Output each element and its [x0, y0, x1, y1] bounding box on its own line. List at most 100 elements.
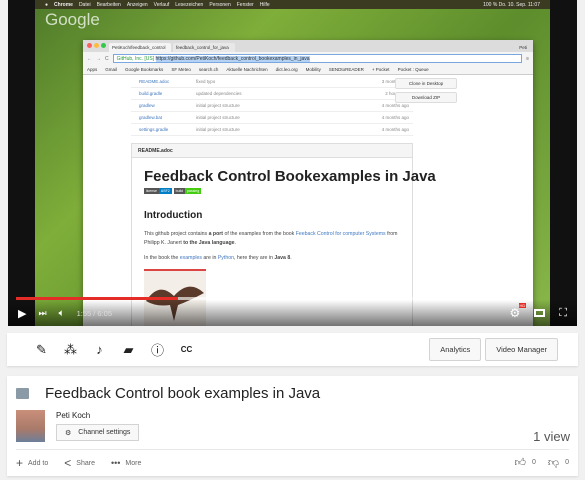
- menu-item: Bearbeiten: [96, 1, 121, 8]
- channel-name[interactable]: Peti Koch: [56, 411, 90, 420]
- theater-mode-icon[interactable]: [534, 309, 546, 317]
- more-icon: •••: [110, 458, 121, 468]
- url-field: GitHub, Inc. [US] https://github.com/Pet…: [112, 54, 523, 63]
- readme-title: Feedback Control Bookexamples in Java: [144, 168, 436, 185]
- bookmark: Mobility: [305, 67, 321, 72]
- add-to-button[interactable]: + Add to: [16, 456, 48, 470]
- creator-toolbar: ✎ ⁂ ♪ ▰ ⓘ CC Analytics Video Manager: [7, 333, 578, 366]
- file-row: gradlew.bat initial project structure 4 mo…: [131, 112, 413, 124]
- secure-label: GitHub, Inc. [US]: [116, 56, 155, 62]
- badge-value: ASF2: [158, 188, 172, 194]
- url-text: https://github.com/PetiKoch/feedback_con…: [155, 56, 310, 62]
- clone-desktop-button: Clone in Desktop: [395, 78, 457, 89]
- menu-item: Chrome: [54, 1, 73, 8]
- file-name: gradlew: [139, 103, 155, 108]
- readme-paragraph: This github project contains a port of t…: [144, 231, 398, 246]
- cc-icon[interactable]: CC: [172, 345, 201, 354]
- private-lock-icon: [16, 388, 29, 399]
- divider: [16, 449, 569, 450]
- player-controls: ▶ ⏭ 🔈︎ 1:55 / 6:05 ⚙ HD ⛶: [8, 300, 577, 326]
- menu-icon: ≡: [526, 55, 529, 62]
- badge-key: build: [173, 188, 186, 194]
- file-msg: updated dependencies: [196, 91, 242, 96]
- hd-badge: HD: [518, 303, 527, 308]
- readme-paragraph: In the book the examples are in Python, …: [144, 255, 292, 261]
- analytics-button[interactable]: Analytics: [429, 338, 482, 361]
- file-row: gradlew initial project structure 4 months…: [131, 100, 413, 112]
- volume-icon[interactable]: 🔈︎: [59, 308, 65, 319]
- menubar-status: 100 % Do. 10. Sep. 11:07: [483, 1, 540, 8]
- file-time: 4 months ago: [381, 127, 409, 132]
- browser-tab: feedback_control_for_java: [173, 43, 235, 52]
- video-player[interactable]: ● Chrome Datei Bearbeiten Anzeigen Verla…: [8, 0, 577, 326]
- bookmark: + Pocket: [371, 67, 390, 72]
- menu-item: Datei: [78, 1, 91, 8]
- forward-icon: →: [96, 55, 101, 62]
- next-icon[interactable]: ⏭: [38, 308, 46, 319]
- bookmark: Pocket : Queue: [397, 67, 429, 72]
- more-label: More: [125, 459, 142, 467]
- file-row: README.adocfixed typo3 months ago: [131, 76, 413, 88]
- menu-item: Personen: [209, 1, 231, 8]
- profile-name: Peti: [519, 45, 527, 50]
- video-info: Feedback Control book examples in Java P…: [7, 376, 578, 476]
- file-msg: initial project structure: [196, 103, 240, 108]
- video-frame[interactable]: ● Chrome Datei Bearbeiten Anzeigen Verla…: [35, 0, 550, 326]
- file-time: 4 months ago: [381, 115, 409, 120]
- readme-header: README.adoc: [132, 144, 412, 158]
- browser-tab: PetiKoch/feedback_control: [109, 43, 171, 52]
- badge-value: passing: [185, 188, 202, 194]
- bookmark: Apps: [87, 67, 98, 72]
- play-icon[interactable]: ▶: [18, 307, 26, 320]
- magic-wand-icon[interactable]: ⁂: [56, 342, 85, 358]
- menu-item: Hilfe: [259, 1, 270, 8]
- menu-item: Verlauf: [153, 1, 170, 8]
- share-icon: <: [64, 456, 72, 470]
- badges: license ASF2 build passing: [144, 188, 202, 194]
- like-count: 0: [532, 459, 536, 466]
- thumbs-down-icon[interactable]: 👎︎: [548, 456, 559, 469]
- bookmark: Google Bookmarks: [125, 67, 164, 72]
- time-display: 1:55 / 6:05: [76, 308, 113, 318]
- music-note-icon[interactable]: ♪: [85, 342, 114, 357]
- video-manager-button[interactable]: Video Manager: [485, 338, 558, 361]
- avatar[interactable]: [16, 410, 45, 442]
- bookmark: search.ch: [198, 67, 219, 72]
- file-msg: fixed typo: [196, 79, 216, 84]
- google-logo: Google: [45, 10, 100, 29]
- bookmark: Gmail: [105, 67, 118, 72]
- info-icon[interactable]: ⓘ: [143, 340, 172, 359]
- thumbs-up-icon[interactable]: 👍︎: [515, 456, 527, 469]
- annotation-icon[interactable]: ▰: [114, 342, 143, 358]
- menu-item: Lesezeichen: [175, 1, 204, 8]
- video-title: Feedback Control book examples in Java: [45, 385, 321, 402]
- file-time: 4 months ago: [381, 103, 409, 108]
- share-button[interactable]: < Share: [64, 456, 95, 470]
- bookmark: SF Meteo: [171, 67, 191, 72]
- mac-menubar: ● Chrome Datei Bearbeiten Anzeigen Verla…: [35, 0, 550, 9]
- gear-icon: ⚙: [65, 429, 72, 437]
- like-bar: 👍︎ 0 👎︎ 0: [515, 456, 569, 469]
- menu-item: Fenster: [236, 1, 254, 8]
- intro-heading: Introduction: [144, 210, 203, 221]
- file-name: gradlew.bat: [139, 115, 163, 120]
- file-row: build.gradleupdated dependencies2 hours …: [131, 88, 413, 100]
- channel-settings-label: Channel settings: [78, 429, 131, 436]
- fullscreen-icon[interactable]: ⛶: [559, 307, 567, 320]
- download-zip-button: Download ZIP: [395, 92, 457, 103]
- bookmark: dict.leo.org: [275, 67, 298, 72]
- channel-settings-button[interactable]: ⚙ Channel settings: [56, 424, 140, 441]
- tab-bar: PetiKoch/feedback_control feedback_contr…: [83, 40, 533, 52]
- dislike-count: 0: [565, 459, 569, 466]
- pencil-icon[interactable]: ✎: [27, 342, 56, 358]
- reload-icon: C: [105, 55, 109, 62]
- file-name: settings.gradle: [139, 127, 169, 132]
- more-button[interactable]: ••• More: [111, 458, 141, 468]
- file-row: settings.gradle initial project structure…: [131, 124, 413, 136]
- settings-gear-icon[interactable]: ⚙ HD: [510, 303, 527, 320]
- add-to-label: Add to: [28, 459, 49, 467]
- back-icon: ←: [87, 55, 92, 62]
- apple-icon: ●: [45, 1, 49, 8]
- file-name: build.gradle: [139, 91, 163, 96]
- bookmarks-bar: Apps Gmail Google Bookmarks SF Meteo sea…: [83, 65, 533, 75]
